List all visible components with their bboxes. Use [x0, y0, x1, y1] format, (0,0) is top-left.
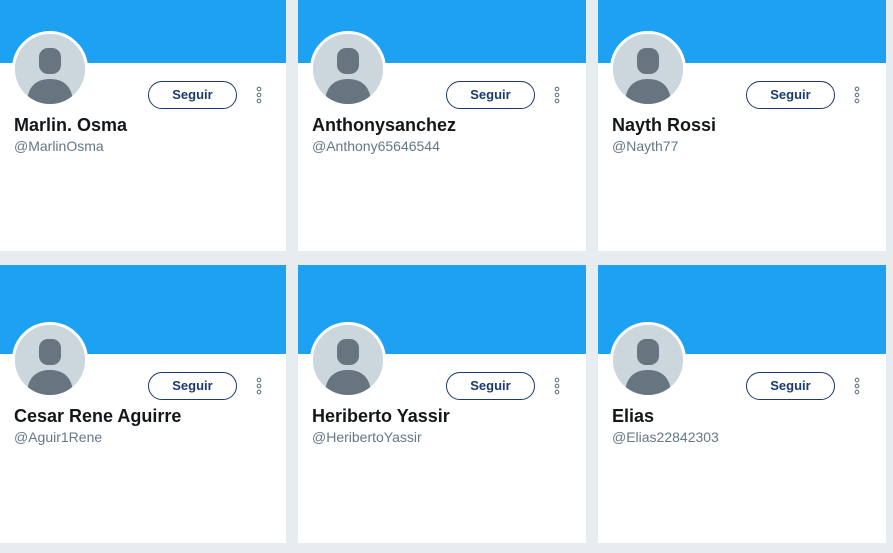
- vertical-ellipsis-icon[interactable]: [552, 377, 562, 395]
- user-display-name[interactable]: Nayth Rossi: [612, 115, 716, 136]
- default-avatar-icon[interactable]: [310, 322, 386, 398]
- default-avatar-icon[interactable]: [610, 31, 686, 107]
- user-handle[interactable]: @HeribertoYassir: [312, 429, 422, 445]
- default-avatar-icon[interactable]: [12, 322, 88, 398]
- follow-button[interactable]: Seguir: [746, 372, 835, 400]
- user-handle[interactable]: @Anthony65646544: [312, 138, 440, 154]
- default-avatar-icon[interactable]: [310, 31, 386, 107]
- user-handle[interactable]: @Nayth77: [612, 138, 678, 154]
- vertical-ellipsis-icon[interactable]: [254, 86, 264, 104]
- user-card[interactable]: Seguir Nayth Rossi @Nayth77: [598, 0, 886, 251]
- default-avatar-icon[interactable]: [610, 322, 686, 398]
- user-display-name[interactable]: Marlin. Osma: [14, 115, 127, 136]
- user-card[interactable]: Seguir Cesar Rene Aguirre @Aguir1Rene: [0, 265, 286, 543]
- user-card[interactable]: Seguir Anthonysanchez @Anthony65646544: [298, 0, 586, 251]
- follow-button[interactable]: Seguir: [148, 81, 237, 109]
- user-display-name[interactable]: Cesar Rene Aguirre: [14, 406, 181, 427]
- user-card[interactable]: Seguir Elias @Elias22842303: [598, 265, 886, 543]
- follow-button[interactable]: Seguir: [446, 81, 535, 109]
- user-display-name[interactable]: Heriberto Yassir: [312, 406, 450, 427]
- user-card[interactable]: Seguir Heriberto Yassir @HeribertoYassir: [298, 265, 586, 543]
- vertical-ellipsis-icon[interactable]: [852, 377, 862, 395]
- user-handle[interactable]: @Aguir1Rene: [14, 429, 102, 445]
- default-avatar-icon[interactable]: [12, 31, 88, 107]
- vertical-ellipsis-icon[interactable]: [254, 377, 264, 395]
- user-handle[interactable]: @MarlinOsma: [14, 138, 104, 154]
- user-card[interactable]: Seguir Marlin. Osma @MarlinOsma: [0, 0, 286, 251]
- follow-button[interactable]: Seguir: [446, 372, 535, 400]
- vertical-ellipsis-icon[interactable]: [852, 86, 862, 104]
- user-display-name[interactable]: Elias: [612, 406, 654, 427]
- user-display-name[interactable]: Anthonysanchez: [312, 115, 456, 136]
- follow-button[interactable]: Seguir: [746, 81, 835, 109]
- user-handle[interactable]: @Elias22842303: [612, 429, 719, 445]
- follow-button[interactable]: Seguir: [148, 372, 237, 400]
- vertical-ellipsis-icon[interactable]: [552, 86, 562, 104]
